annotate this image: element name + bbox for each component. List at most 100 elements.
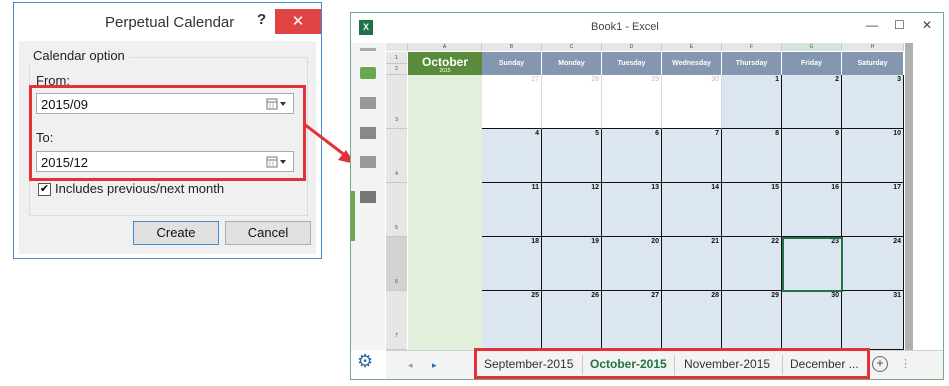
day-cell[interactable]: 7 <box>662 129 722 183</box>
day-cell[interactable]: 8 <box>722 129 782 183</box>
day-cell[interactable]: 14 <box>662 183 722 237</box>
day-number: 2 <box>835 76 839 83</box>
row-header[interactable]: 2 <box>386 64 407 75</box>
day-cell[interactable]: 24 <box>842 237 904 291</box>
day-number: 28 <box>591 76 599 83</box>
day-cell[interactable]: 17 <box>842 183 904 237</box>
day-cell[interactable]: 2 <box>782 75 842 129</box>
column-header[interactable]: H <box>842 43 904 51</box>
day-number: 18 <box>531 238 539 245</box>
day-number: 14 <box>711 184 719 191</box>
menu-icon[interactable] <box>360 48 376 51</box>
select-all-corner[interactable] <box>386 43 408 51</box>
day-cell[interactable]: 18 <box>482 237 542 291</box>
day-cell[interactable]: 21 <box>662 237 722 291</box>
maximize-button[interactable]: ☐ <box>894 18 905 32</box>
excel-logo-icon: X <box>359 20 373 35</box>
add-sheet-button[interactable]: + <box>872 356 888 372</box>
worksheet-grid[interactable]: A B C D E F G H 1 2 3 4 5 6 7 October 20… <box>386 43 929 350</box>
row-header[interactable]: 1 <box>386 52 407 64</box>
month-year: 2015 <box>439 68 451 74</box>
date-range-highlight <box>29 85 306 181</box>
weekday-header[interactable]: Tuesday <box>602 52 662 75</box>
day-cell[interactable]: 10 <box>842 129 904 183</box>
perpetual-calendar-dialog: Perpetual Calendar ? ✕ Calendar option F… <box>13 2 322 259</box>
cancel-button[interactable]: Cancel <box>225 221 311 245</box>
day-cell[interactable]: 15 <box>722 183 782 237</box>
excel-close-button[interactable]: ✕ <box>922 18 932 32</box>
row-header[interactable]: 3 <box>386 75 407 129</box>
include-adjacent-checkbox[interactable]: ✔ <box>38 183 51 196</box>
next-sheet-button[interactable]: ▸ <box>432 360 437 371</box>
day-cell[interactable]: 29 <box>722 291 782 350</box>
day-cell[interactable]: 31 <box>842 291 904 350</box>
weekday-header[interactable]: Sunday <box>482 52 542 75</box>
day-number: 4 <box>535 130 539 137</box>
navigation-icon[interactable] <box>360 97 376 109</box>
day-number: 28 <box>711 292 719 299</box>
column-header[interactable]: G <box>782 43 842 51</box>
row-header[interactable]: 7 <box>386 291 407 350</box>
day-cell[interactable]: 6 <box>602 129 662 183</box>
day-cell[interactable]: 25 <box>482 291 542 350</box>
sheet-icon[interactable] <box>360 67 376 79</box>
find-icon[interactable] <box>360 191 376 203</box>
create-button[interactable]: Create <box>133 221 219 245</box>
more-options-icon[interactable]: ⋮ <box>900 357 911 370</box>
day-cell[interactable]: 5 <box>542 129 602 183</box>
weekday-header[interactable]: Wednesday <box>662 52 722 75</box>
day-cell[interactable]: 4 <box>482 129 542 183</box>
day-cell[interactable]: 22 <box>722 237 782 291</box>
day-cell[interactable]: 28 <box>662 291 722 350</box>
day-number: 22 <box>771 238 779 245</box>
weekday-header[interactable]: Saturday <box>842 52 904 75</box>
include-adjacent-label: Includes previous/next month <box>55 181 225 196</box>
vertical-scrollbar[interactable] <box>905 43 913 350</box>
columns-icon[interactable] <box>360 156 376 168</box>
help-button[interactable]: ? <box>257 11 266 28</box>
day-cell[interactable]: 12 <box>542 183 602 237</box>
month-title-cell[interactable]: October 2015 <box>408 52 482 75</box>
column-header[interactable]: F <box>722 43 782 51</box>
day-cell[interactable]: 20 <box>602 237 662 291</box>
weekday-header[interactable]: Thursday <box>722 52 782 75</box>
row-header[interactable]: 5 <box>386 183 407 237</box>
column-header[interactable]: E <box>662 43 722 51</box>
dialog-titlebar: Perpetual Calendar ? ✕ <box>14 3 321 41</box>
day-number: 5 <box>595 130 599 137</box>
day-number: 29 <box>771 292 779 299</box>
dialog-body: Calendar option From: 2015/09 To: 2015/1… <box>19 41 316 254</box>
minimize-button[interactable]: — <box>866 18 878 32</box>
weekday-header[interactable]: Monday <box>542 52 602 75</box>
active-cell-selection[interactable] <box>782 237 843 292</box>
settings-gear-icon[interactable]: ⚙ <box>357 351 373 372</box>
column-header[interactable]: C <box>542 43 602 51</box>
day-cell[interactable]: 27 <box>482 75 542 129</box>
side-pane <box>351 43 385 350</box>
day-number: 24 <box>893 238 901 245</box>
day-number: 13 <box>651 184 659 191</box>
day-cell[interactable]: 9 <box>782 129 842 183</box>
day-cell[interactable]: 3 <box>842 75 904 129</box>
day-cell[interactable]: 30 <box>782 291 842 350</box>
day-cell[interactable]: 13 <box>602 183 662 237</box>
day-number: 7 <box>715 130 719 137</box>
day-cell[interactable]: 16 <box>782 183 842 237</box>
layers-icon[interactable] <box>360 127 376 139</box>
day-cell[interactable]: 26 <box>542 291 602 350</box>
weekday-header[interactable]: Friday <box>782 52 842 75</box>
day-cell[interactable]: 30 <box>662 75 722 129</box>
column-header[interactable]: D <box>602 43 662 51</box>
dialog-close-button[interactable]: ✕ <box>275 9 321 34</box>
row-header[interactable]: 4 <box>386 129 407 183</box>
day-cell[interactable]: 27 <box>602 291 662 350</box>
prev-sheet-button[interactable]: ◂ <box>408 360 413 371</box>
day-cell[interactable]: 11 <box>482 183 542 237</box>
day-cell[interactable]: 19 <box>542 237 602 291</box>
day-cell[interactable]: 28 <box>542 75 602 129</box>
column-header[interactable]: A <box>408 43 482 51</box>
row-header[interactable]: 6 <box>386 237 407 291</box>
day-cell[interactable]: 29 <box>602 75 662 129</box>
column-header[interactable]: B <box>482 43 542 51</box>
day-cell[interactable]: 1 <box>722 75 782 129</box>
